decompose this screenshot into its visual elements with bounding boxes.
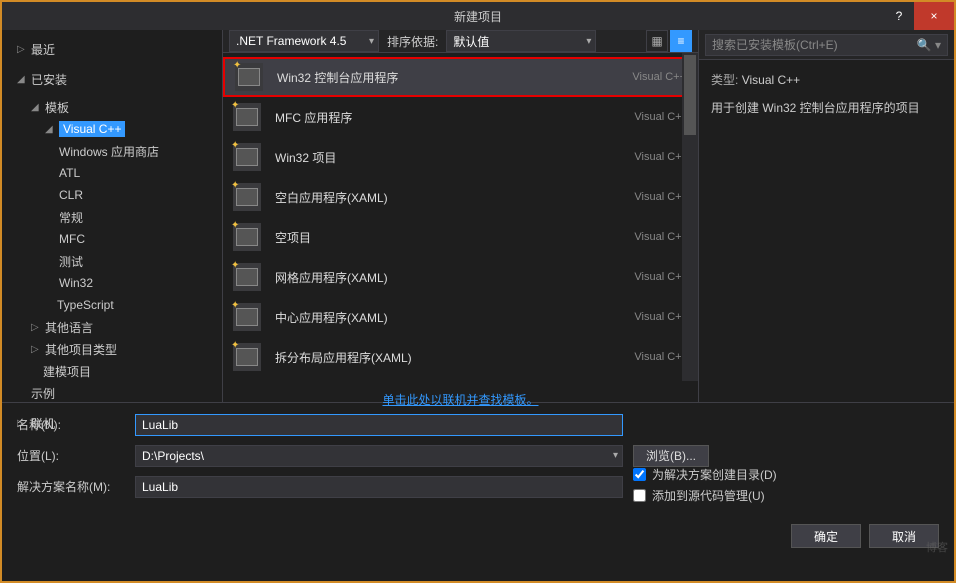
template-icon: ✦ (233, 103, 261, 131)
location-input[interactable]: D:\Projects\ (135, 445, 623, 467)
online-search-link[interactable]: 单击此处以联机并查找模板。 (223, 381, 698, 418)
dialog-title: 新建项目 (454, 8, 502, 25)
form-panel: 名称(N): 位置(L): D:\Projects\ 浏览(B)... 解决方案… (2, 402, 954, 516)
template-icon: ✦ (233, 303, 261, 331)
template-item[interactable]: ✦ 空项目 Visual C++ (223, 217, 698, 257)
tree-item[interactable]: CLR (17, 184, 222, 206)
tree-samples[interactable]: 示例 (17, 382, 222, 404)
name-input[interactable] (135, 414, 623, 436)
location-label: 位置(L): (17, 447, 135, 464)
template-icon: ✦ (233, 343, 261, 371)
tree-item[interactable]: 测试 (17, 250, 222, 272)
template-item[interactable]: ✦ Win32 项目 Visual C++ (223, 137, 698, 177)
dialog-buttons: 确定 取消 (2, 516, 954, 558)
search-icon: 🔍 ▾ (917, 38, 941, 52)
template-list: ✦ Win32 控制台应用程序 Visual C++ ✦ MFC 应用程序 Vi… (223, 53, 698, 381)
close-button[interactable]: × (914, 2, 954, 30)
template-item[interactable]: ✦ 空白应用程序(XAML) Visual C++ (223, 177, 698, 217)
template-icon: ✦ (235, 63, 263, 91)
help-button[interactable]: ? (884, 2, 914, 30)
tree-item[interactable]: MFC (17, 228, 222, 250)
source-control-checkbox[interactable]: 添加到源代码管理(U) (633, 487, 777, 504)
titlebar: 新建项目 ? × (2, 2, 954, 30)
template-icon: ✦ (233, 223, 261, 251)
tree-installed[interactable]: ◢已安装 (17, 68, 222, 90)
template-description: 类型: Visual C++ 用于创建 Win32 控制台应用程序的项目 (699, 60, 954, 129)
template-item[interactable]: ✦ 中心应用程序(XAML) Visual C++ (223, 297, 698, 337)
solution-label: 解决方案名称(M): (17, 478, 135, 495)
ok-button[interactable]: 确定 (791, 524, 861, 548)
view-large-icon[interactable]: ▦ (646, 30, 668, 52)
tree-other-lang[interactable]: ▷其他语言 (17, 316, 222, 338)
sort-combo[interactable]: 默认值 (446, 30, 596, 52)
tree-model-proj[interactable]: 建模项目 (17, 360, 222, 382)
template-item[interactable]: ✦ MFC 应用程序 Visual C++ (223, 97, 698, 137)
solution-input[interactable] (135, 476, 623, 498)
tree-item[interactable]: ATL (17, 162, 222, 184)
category-tree: ▷最近 ◢已安装 ◢模板 ◢Visual C++ Windows 应用商店 AT… (2, 30, 222, 402)
sort-label: 排序依据: (387, 33, 438, 50)
template-icon: ✦ (233, 143, 261, 171)
tree-item[interactable]: Windows 应用商店 (17, 140, 222, 162)
template-icon: ✦ (233, 183, 261, 211)
template-item[interactable]: ✦ 拆分布局应用程序(XAML) Visual C++ (223, 337, 698, 377)
tree-item[interactable]: Win32 (17, 272, 222, 294)
template-item[interactable]: ✦ Win32 控制台应用程序 Visual C++ (223, 57, 698, 97)
tree-typescript[interactable]: TypeScript (17, 294, 222, 316)
browse-button[interactable]: 浏览(B)... (633, 445, 709, 467)
scrollbar[interactable] (682, 53, 698, 381)
watermark: 博客 (926, 539, 948, 555)
template-icon: ✦ (233, 263, 261, 291)
tree-vcpp[interactable]: ◢Visual C++ (17, 118, 222, 140)
view-list-icon[interactable]: ≡ (670, 30, 692, 52)
tree-recent[interactable]: ▷最近 (17, 38, 222, 60)
search-input[interactable]: 搜索已安装模板(Ctrl+E) 🔍 ▾ (705, 34, 948, 56)
name-label: 名称(N): (17, 416, 135, 433)
center-toolbar: .NET Framework 4.5 排序依据: 默认值 ▦ ≡ (223, 30, 698, 53)
tree-item[interactable]: 常规 (17, 206, 222, 228)
framework-combo[interactable]: .NET Framework 4.5 (229, 30, 379, 52)
template-item[interactable]: ✦ 网格应用程序(XAML) Visual C++ (223, 257, 698, 297)
tree-templates[interactable]: ◢模板 (17, 96, 222, 118)
tree-other-proj[interactable]: ▷其他项目类型 (17, 338, 222, 360)
create-dir-checkbox[interactable]: 为解决方案创建目录(D) (633, 466, 777, 483)
